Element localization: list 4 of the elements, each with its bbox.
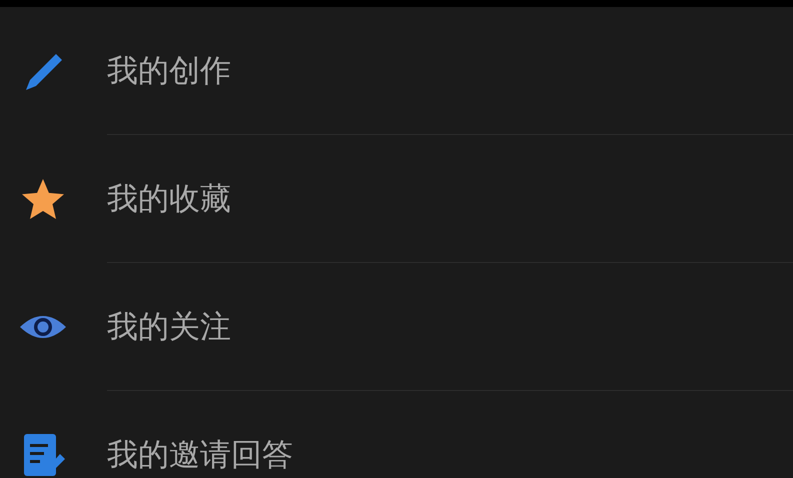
menu-item-label[interactable]: 我的关注 — [107, 306, 231, 348]
menu-item-label[interactable]: 我的邀请回答 — [107, 434, 293, 476]
menu-item-label[interactable]: 我的收藏 — [107, 178, 231, 220]
menu-item-label[interactable]: 我的创作 — [107, 50, 231, 92]
